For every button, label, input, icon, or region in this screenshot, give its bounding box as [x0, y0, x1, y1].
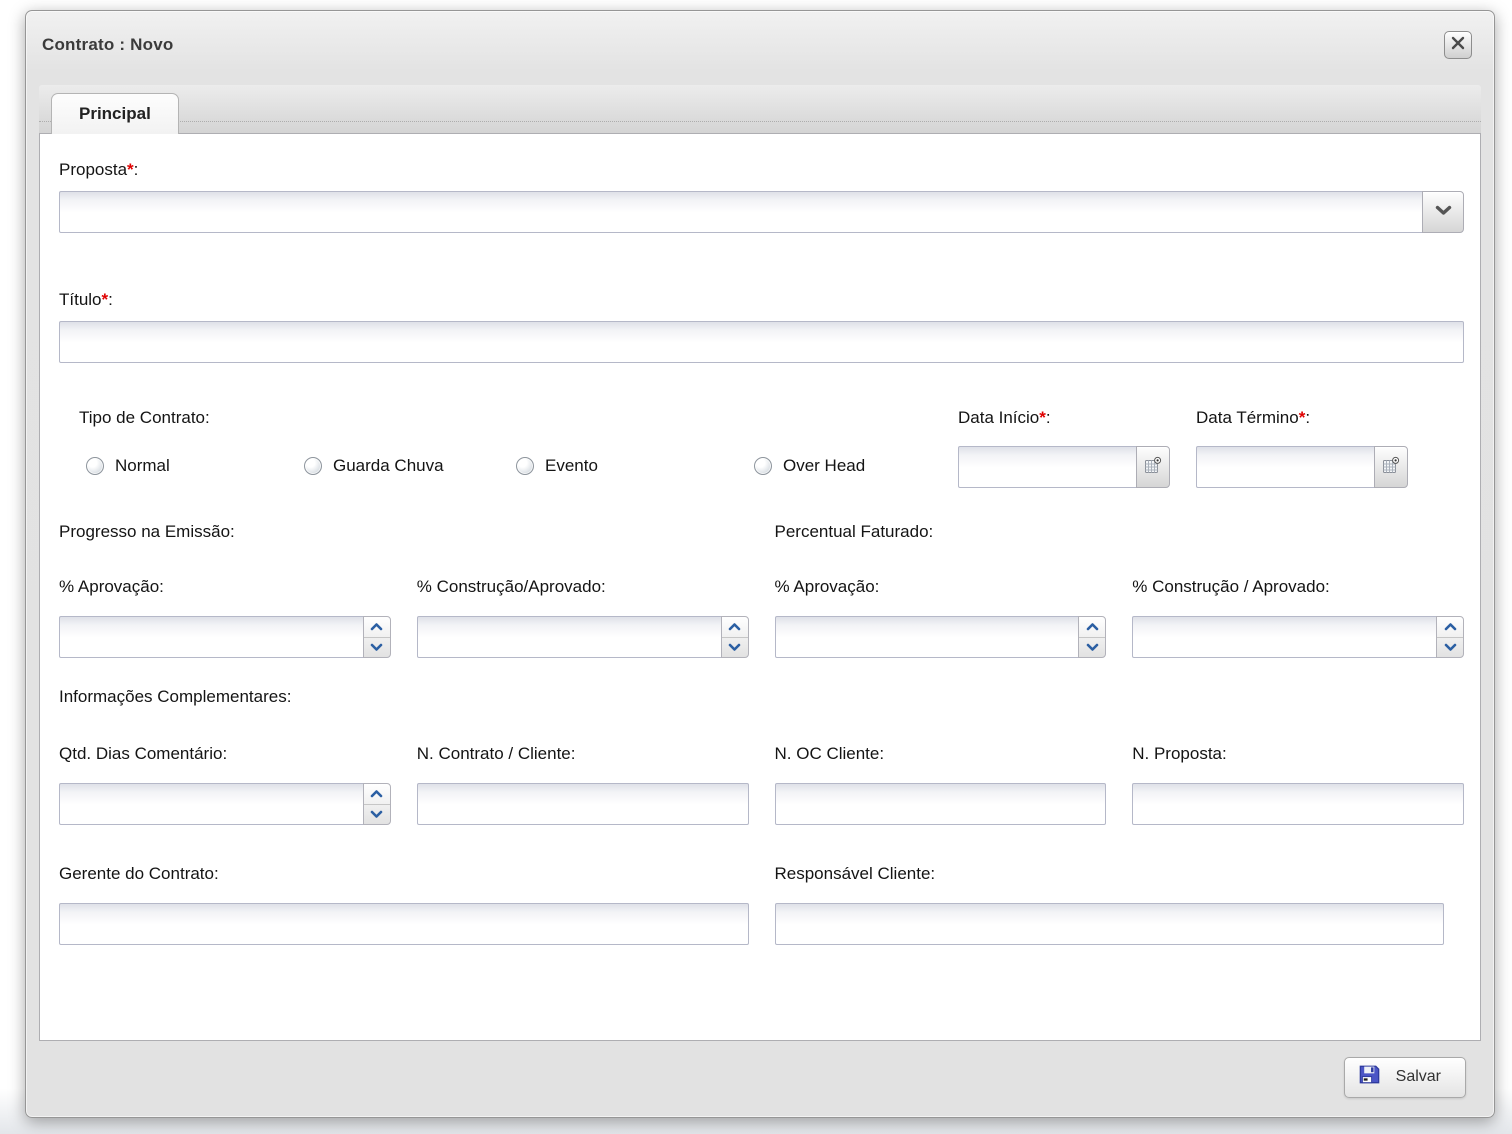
radio-over-head-label: Over Head	[783, 456, 865, 476]
data-inicio-calendar-trigger[interactable]	[1136, 446, 1170, 488]
data-termino-group: Data Término*:	[1196, 407, 1408, 488]
emissao-construcao-aprovado-spinner	[417, 616, 749, 658]
chevron-down-icon	[370, 805, 383, 823]
qtd-dias-comentario-spin-up[interactable]	[364, 784, 390, 805]
emissao-aprovacao-spin-up[interactable]	[364, 617, 390, 638]
save-button[interactable]: Salvar	[1344, 1057, 1466, 1098]
responsavel-cliente-label: Responsável Cliente:	[775, 863, 936, 885]
chevron-down-icon	[1086, 638, 1099, 656]
qtd-dias-comentario-input[interactable]	[59, 783, 364, 825]
emissao-aprovacao-label: % Aprovação:	[59, 576, 164, 598]
calendar-icon	[1144, 456, 1162, 479]
proposta-dropdown-trigger[interactable]	[1422, 191, 1464, 233]
data-inicio-datefield	[958, 446, 1170, 488]
radio-guarda-chuva-label: Guarda Chuva	[333, 456, 444, 476]
contract-dialog-window: Contrato : Novo Principal Proposta*:	[25, 10, 1495, 1118]
tab-strip: Principal	[39, 85, 1481, 133]
chevron-down-icon	[370, 638, 383, 656]
faturado-construcao-aprovado-spin-down[interactable]	[1437, 638, 1463, 658]
n-proposta-input[interactable]	[1132, 783, 1464, 825]
dialog-footer: Salvar	[26, 1041, 1494, 1119]
n-contrato-cliente-input[interactable]	[417, 783, 749, 825]
close-button[interactable]	[1444, 31, 1472, 59]
calendar-icon	[1382, 456, 1400, 479]
faturado-aprovacao-label: % Aprovação:	[775, 576, 880, 598]
informacoes-complementares-heading: Informações Complementares:	[59, 687, 291, 706]
faturado-construcao-aprovado-label: % Construção / Aprovado:	[1132, 576, 1330, 598]
titulo-label: Título*:	[59, 289, 113, 311]
faturado-aprovacao-spin-down[interactable]	[1079, 638, 1105, 658]
data-termino-calendar-trigger[interactable]	[1374, 446, 1408, 488]
data-termino-input[interactable]	[1196, 446, 1375, 488]
faturado-construcao-aprovado-spin-up[interactable]	[1437, 617, 1463, 638]
n-oc-cliente-label: N. OC Cliente:	[775, 743, 885, 765]
radio-normal[interactable]	[86, 457, 104, 475]
radio-option-over-head[interactable]: Over Head	[754, 456, 865, 476]
dialog-title: Contrato : Novo	[42, 31, 173, 55]
faturado-aprovacao-input[interactable]	[775, 616, 1080, 658]
data-inicio-required-marker: *	[1039, 408, 1046, 427]
data-inicio-group: Data Início*:	[958, 407, 1170, 488]
emissao-construcao-aprovado-spin-up[interactable]	[722, 617, 748, 638]
radio-over-head[interactable]	[754, 457, 772, 475]
emissao-construcao-aprovado-input[interactable]	[417, 616, 722, 658]
dialog-titlebar: Contrato : Novo	[26, 11, 1494, 85]
proposta-required-marker: *	[127, 160, 134, 179]
data-termino-label: Data Término*:	[1196, 407, 1310, 429]
faturado-construcao-aprovado-input[interactable]	[1132, 616, 1437, 658]
qtd-dias-comentario-spin-down[interactable]	[364, 805, 390, 825]
responsavel-cliente-input[interactable]	[775, 903, 1445, 945]
proposta-label: Proposta*:	[59, 159, 138, 181]
form-panel: Proposta*: Título*: Tipo de Contrato:	[39, 133, 1481, 1041]
emissao-construcao-aprovado-label: % Construção/Aprovado:	[417, 576, 606, 598]
proposta-combobox	[59, 191, 1464, 233]
chevron-up-icon	[728, 618, 741, 636]
data-inicio-input[interactable]	[958, 446, 1137, 488]
n-oc-cliente-input[interactable]	[775, 783, 1107, 825]
percentual-faturado-heading: Percentual Faturado:	[775, 522, 934, 541]
tab-principal[interactable]: Principal	[51, 93, 179, 134]
radio-option-guarda-chuva[interactable]: Guarda Chuva	[304, 456, 516, 476]
proposta-input[interactable]	[59, 191, 1423, 233]
faturado-aprovacao-spinner	[775, 616, 1107, 658]
faturado-aprovacao-spin-up[interactable]	[1079, 617, 1105, 638]
tipo-de-contrato-group: Tipo de Contrato: Normal Guarda Chuva Ev…	[59, 407, 958, 488]
chevron-up-icon	[370, 785, 383, 803]
tab-strip-separator	[39, 121, 1481, 122]
chevron-up-icon	[1086, 618, 1099, 636]
chevron-down-icon	[1444, 638, 1457, 656]
chevron-up-icon	[1444, 618, 1457, 636]
emissao-construcao-aprovado-spin-down[interactable]	[722, 638, 748, 658]
save-button-label: Salvar	[1396, 1068, 1441, 1086]
qtd-dias-comentario-spinner	[59, 783, 391, 825]
gerente-do-contrato-input[interactable]	[59, 903, 749, 945]
data-termino-datefield	[1196, 446, 1408, 488]
chevron-up-icon	[370, 618, 383, 636]
titulo-input[interactable]	[59, 321, 1464, 363]
radio-guarda-chuva[interactable]	[304, 457, 322, 475]
tipo-de-contrato-label: Tipo de Contrato:	[79, 407, 210, 429]
radio-evento[interactable]	[516, 457, 534, 475]
tipo-de-contrato-options: Normal Guarda Chuva Evento Over Head	[79, 456, 958, 476]
chevron-down-icon	[1435, 203, 1452, 221]
faturado-construcao-aprovado-spinner	[1132, 616, 1464, 658]
close-icon	[1451, 36, 1465, 55]
n-proposta-label: N. Proposta:	[1132, 743, 1227, 765]
data-inicio-label: Data Início*:	[958, 407, 1051, 429]
progresso-na-emissao-heading: Progresso na Emissão:	[59, 522, 235, 541]
gerente-do-contrato-label: Gerente do Contrato:	[59, 863, 219, 885]
tab-strip-background	[39, 85, 1481, 133]
n-contrato-cliente-label: N. Contrato / Cliente:	[417, 743, 576, 765]
qtd-dias-comentario-label: Qtd. Dias Comentário:	[59, 743, 227, 765]
chevron-down-icon	[728, 638, 741, 656]
tab-principal-label: Principal	[79, 104, 151, 124]
radio-normal-label: Normal	[115, 456, 170, 476]
emissao-aprovacao-input[interactable]	[59, 616, 364, 658]
radio-option-evento[interactable]: Evento	[516, 456, 754, 476]
radio-evento-label: Evento	[545, 456, 598, 476]
emissao-aprovacao-spinner	[59, 616, 391, 658]
radio-option-normal[interactable]: Normal	[86, 456, 304, 476]
emissao-aprovacao-spin-down[interactable]	[364, 638, 390, 658]
floppy-disk-icon	[1357, 1062, 1382, 1092]
